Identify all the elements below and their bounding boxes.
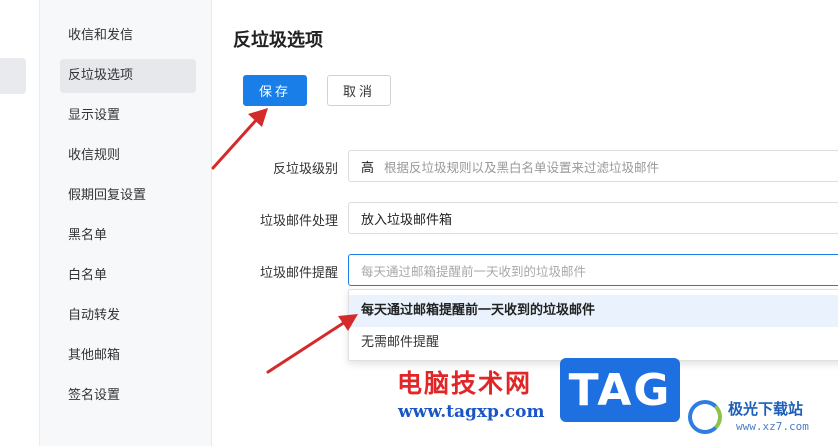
spam-reminder-dropdown: 每天通过邮箱提醒前一天收到的垃圾邮件 无需邮件提醒: [348, 289, 838, 361]
dropdown-option-daily-reminder[interactable]: 每天通过邮箱提醒前一天收到的垃圾邮件: [349, 295, 838, 327]
xz-logo-icon: [688, 400, 722, 434]
nav-item-blacklist[interactable]: 黑名单: [60, 219, 196, 253]
nav-item-signature[interactable]: 签名设置: [60, 379, 196, 413]
nav-item-other-mailbox[interactable]: 其他邮箱: [60, 339, 196, 373]
nav-item-receive-rules[interactable]: 收信规则: [60, 139, 196, 173]
nav-item-receive-send[interactable]: 收信和发信: [60, 19, 196, 53]
spam-reminder-select[interactable]: 每天通过邮箱提醒前一天收到的垃圾邮件: [348, 254, 838, 286]
spam-reminder-label: 垃圾邮件提醒: [259, 266, 338, 281]
xz-logo-name: 极光下载站: [728, 400, 804, 418]
spam-level-label: 反垃圾级别: [272, 162, 338, 177]
save-button[interactable]: 保存: [243, 75, 307, 106]
cancel-button[interactable]: 取消: [327, 75, 391, 106]
xz-logo-url: www.xz7.com: [736, 420, 809, 433]
nav-item-display[interactable]: 显示设置: [60, 99, 196, 133]
spam-handling-label: 垃圾邮件处理: [259, 214, 338, 229]
settings-nav: 收信和发信 反垃圾选项 显示设置 收信规则 假期回复设置 黑名单 白名单 自动转…: [40, 0, 212, 446]
nav-item-whitelist[interactable]: 白名单: [60, 259, 196, 293]
app-sidebar: [0, 0, 40, 446]
nav-item-vacation-reply[interactable]: 假期回复设置: [60, 179, 196, 213]
watermark-site-name: 电脑技术网: [397, 369, 533, 398]
spam-handling-select[interactable]: 放入垃圾邮件箱: [348, 202, 838, 234]
tag-logo: TAG: [560, 358, 680, 422]
page-title: 反垃圾选项: [233, 30, 323, 51]
xz-logo: 极光下载站 www.xz7.com: [688, 398, 838, 444]
dropdown-option-no-reminder[interactable]: 无需邮件提醒: [349, 327, 838, 359]
spam-level-select[interactable]: 高 根据反垃圾规则以及黑白名单设置来过滤垃圾邮件: [348, 150, 838, 182]
watermark-site-url: www.tagxp.com: [398, 402, 545, 422]
app-sidebar-selected-item[interactable]: [0, 58, 26, 94]
spam-level-value: 高: [361, 160, 375, 176]
nav-item-anti-spam[interactable]: 反垃圾选项: [60, 59, 196, 93]
nav-item-auto-forward[interactable]: 自动转发: [60, 299, 196, 333]
spam-level-hint: 根据反垃圾规则以及黑白名单设置来过滤垃圾邮件: [384, 159, 660, 175]
spam-handling-value: 放入垃圾邮件箱: [361, 212, 453, 228]
spam-reminder-placeholder: 每天通过邮箱提醒前一天收到的垃圾邮件: [361, 263, 587, 279]
